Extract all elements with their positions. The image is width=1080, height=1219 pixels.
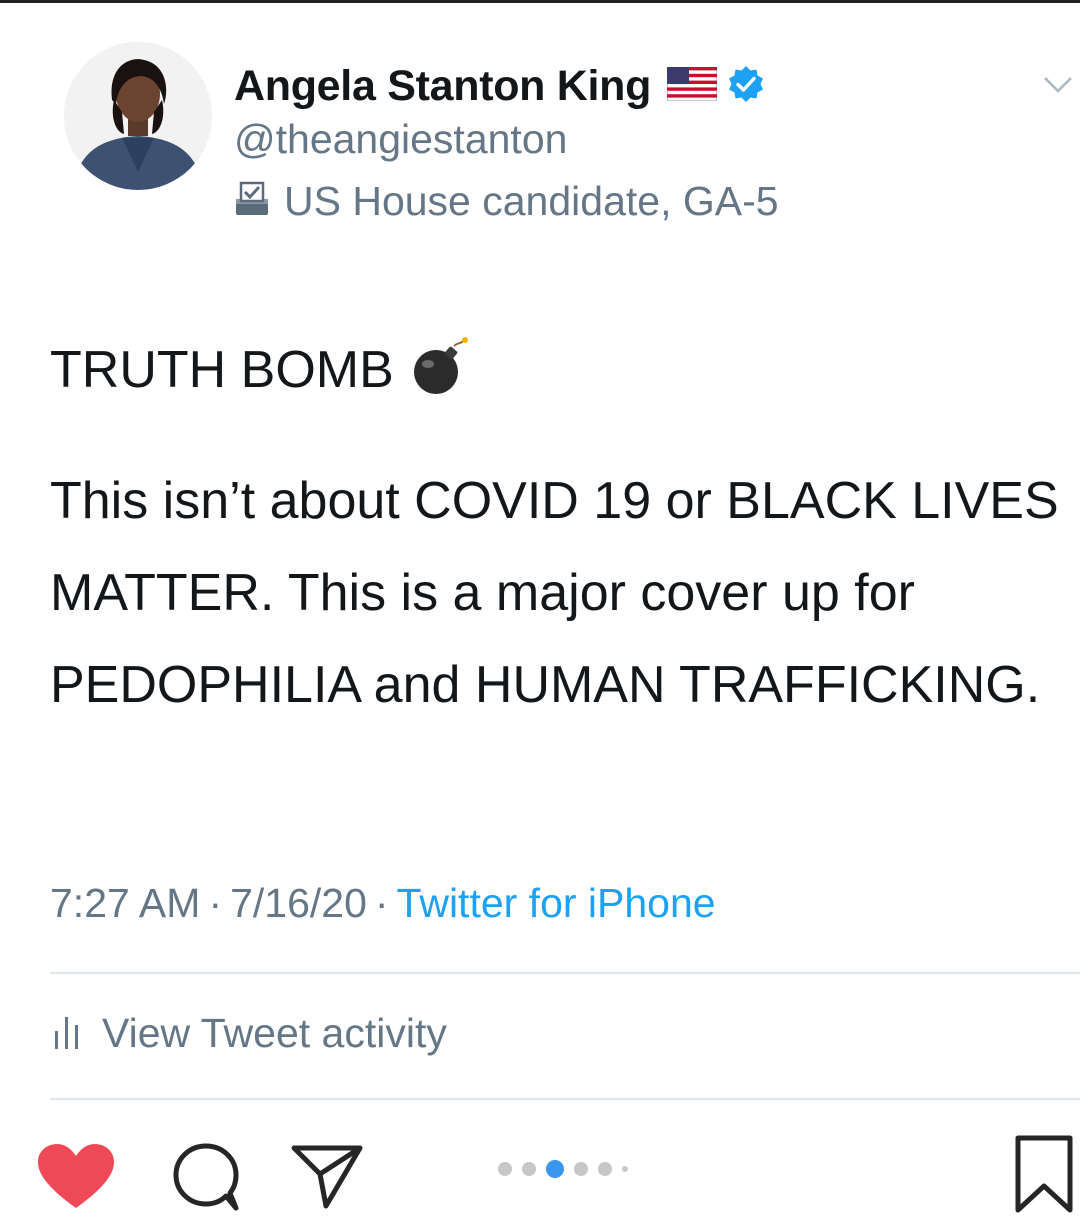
bar-chart-icon [50, 1011, 86, 1056]
carousel-dot [498, 1162, 512, 1176]
view-tweet-activity-link[interactable]: View Tweet activity [50, 1010, 447, 1057]
carousel-indicator [498, 1160, 638, 1178]
name-row: Angela Stanton King [234, 58, 765, 114]
tweet-time[interactable]: 7:27 AM [50, 880, 200, 927]
carousel-dot-active [546, 1160, 564, 1178]
chevron-down-icon[interactable] [1042, 74, 1074, 101]
tweet-date[interactable]: 7/16/20 [230, 880, 367, 927]
top-border [0, 0, 1080, 3]
tweet-meta: 7:27 AM · 7/16/20 · Twitter for iPhone [50, 880, 716, 927]
bio-row: US House candidate, GA-5 [232, 178, 779, 225]
divider [50, 972, 1080, 974]
tweet-title: TRUTH BOMB [50, 340, 394, 399]
bomb-icon [410, 336, 472, 403]
heart-icon[interactable] [36, 1142, 116, 1217]
comment-icon[interactable] [168, 1140, 244, 1219]
tweet-title-row: TRUTH BOMB [50, 336, 472, 403]
meta-separator: · [208, 880, 223, 926]
bio: US House candidate, GA-5 [284, 178, 779, 224]
avatar[interactable] [64, 42, 212, 190]
save-icon[interactable] [1012, 1134, 1076, 1219]
view-tweet-activity-label: View Tweet activity [102, 1010, 447, 1056]
verified-icon [727, 65, 765, 108]
carousel-dot [622, 1166, 628, 1172]
divider [50, 1098, 1080, 1100]
display-name[interactable]: Angela Stanton King [234, 62, 651, 111]
carousel-dot [522, 1162, 536, 1176]
ballot-box-icon [232, 179, 272, 224]
meta-separator: · [374, 880, 389, 926]
carousel-dot [598, 1162, 612, 1176]
share-icon[interactable] [290, 1140, 364, 1217]
us-flag-icon [666, 66, 718, 106]
carousel-dot [574, 1162, 588, 1176]
handle[interactable]: @theangiestanton [234, 116, 567, 163]
tweet-text: This isn’t about COVID 19 or BLACK LIVES… [50, 472, 1059, 714]
tweet-source-link[interactable]: Twitter for iPhone [397, 880, 716, 927]
